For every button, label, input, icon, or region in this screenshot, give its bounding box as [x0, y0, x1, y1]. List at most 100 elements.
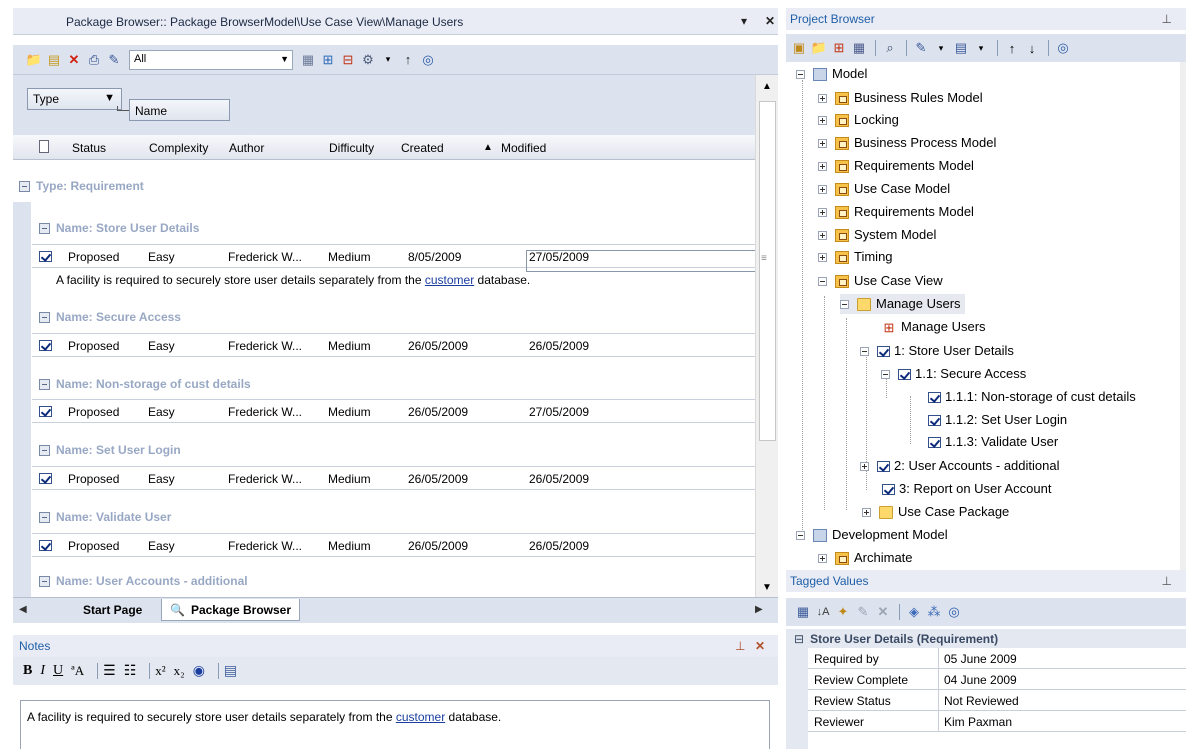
tag-value[interactable]: Kim Paxman	[944, 715, 1012, 729]
collapse-icon[interactable]	[881, 370, 890, 380]
move-up-icon[interactable]: ↑	[1003, 39, 1021, 57]
superscript-icon[interactable]: x²	[155, 663, 165, 679]
print-icon[interactable]: ⎙	[85, 51, 103, 69]
group-by-icon[interactable]: ⊞	[319, 51, 337, 69]
new-element-icon[interactable]: ▦	[850, 39, 868, 57]
column-author[interactable]: Author	[229, 141, 264, 155]
collapse-icon[interactable]	[818, 277, 827, 287]
new-model-icon[interactable]: ▣	[790, 39, 808, 57]
pin-icon[interactable]: ⊥	[1162, 574, 1172, 588]
options-dropdown-icon[interactable]: ▾	[379, 51, 397, 69]
tree-node-business-rules-model[interactable]: Business Rules Model	[818, 88, 983, 108]
tab-scroll-left-icon[interactable]: ◀	[19, 604, 27, 615]
options-icon[interactable]: ⚙	[359, 51, 377, 69]
group-header-type[interactable]: Type: Requirement	[19, 179, 144, 193]
tree-node-non-storage[interactable]: 1.1.1: Non-storage of cust details	[928, 387, 1136, 407]
tag-value[interactable]: 05 June 2009	[944, 652, 1017, 666]
customer-link[interactable]: customer	[396, 710, 445, 724]
columns-icon[interactable]: ▦	[299, 51, 317, 69]
bold-icon[interactable]: B	[23, 663, 32, 679]
tree-node-use-case-model[interactable]: Use Case Model	[818, 179, 950, 199]
expand-icon[interactable]	[818, 554, 827, 564]
tree-node-system-model[interactable]: System Model	[818, 225, 936, 245]
collapse-icon[interactable]	[796, 70, 805, 80]
vertical-scrollbar[interactable]: ▲ ≡ ▼	[755, 75, 778, 597]
pin-icon[interactable]: ⊥	[1162, 12, 1172, 26]
tag-group-icon[interactable]: ⁂	[925, 603, 943, 621]
table-row[interactable]: Proposed Easy Frederick W... Medium 26/0…	[32, 399, 755, 423]
delete-tag-icon[interactable]: ✕	[874, 603, 892, 621]
expand-icon[interactable]	[818, 162, 827, 172]
group-header-name[interactable]: Name: Store User Details	[39, 221, 199, 235]
collapse-icon[interactable]: ⊟	[794, 632, 804, 646]
help-icon[interactable]: ◎	[1054, 39, 1072, 57]
numbered-list-icon[interactable]: ☷	[124, 663, 137, 680]
expand-icon[interactable]	[818, 94, 827, 104]
tag-icon[interactable]: ◈	[905, 603, 923, 621]
help-icon[interactable]: ◎	[945, 603, 963, 621]
expand-icon[interactable]	[818, 231, 827, 241]
tab-package-browser[interactable]: 🔍 Package Browser	[161, 599, 301, 621]
group-header-name[interactable]: Name: Validate User	[39, 510, 171, 524]
collapse-icon[interactable]	[860, 347, 869, 357]
filter-select[interactable]: All ▼	[129, 49, 293, 70]
notes-editor[interactable]: A facility is required to securely store…	[20, 700, 770, 749]
group-header-name[interactable]: Name: Set User Login	[39, 443, 181, 457]
tree-node-use-case-package[interactable]: Use Case Package	[862, 502, 1009, 522]
tree-node-user-accounts[interactable]: 2: User Accounts - additional	[860, 456, 1059, 476]
hyperlink-icon[interactable]: ◉	[193, 663, 205, 680]
close-icon[interactable]: ✕	[755, 639, 765, 653]
up-arrow-icon[interactable]: ↑	[399, 51, 417, 69]
pin-icon[interactable]: ⊥	[735, 639, 745, 653]
column-created[interactable]: Created	[401, 141, 444, 155]
new-diagram-icon[interactable]: ⊞	[830, 39, 848, 57]
table-row[interactable]: Proposed Easy Frederick W... Medium 26/0…	[32, 533, 755, 557]
column-difficulty[interactable]: Difficulty	[329, 141, 374, 155]
tree-node-set-user-login[interactable]: 1.1.2: Set User Login	[928, 410, 1067, 430]
underline-icon[interactable]: U	[53, 663, 63, 679]
scroll-up-icon[interactable]: ▲	[762, 81, 772, 92]
collapse-icon[interactable]	[39, 512, 50, 524]
tab-scroll-right-icon[interactable]: ▶	[755, 604, 763, 615]
cell-modified[interactable]: 27/05/2009	[529, 250, 589, 264]
customer-link[interactable]: customer	[425, 273, 474, 287]
group-header-name[interactable]: Name: User Accounts - additional	[39, 574, 248, 588]
collapse-icon[interactable]	[840, 300, 849, 310]
tagged-values-group[interactable]: ⊟ Store User Details (Requirement)	[786, 629, 1186, 648]
tree-scrollbar[interactable]	[1180, 62, 1186, 570]
help-icon[interactable]: ◎	[419, 51, 437, 69]
tree-node-store-user-details[interactable]: 1: Store User Details	[860, 341, 1014, 361]
group-header-name[interactable]: Name: Non-storage of cust details	[39, 377, 251, 391]
tree-node-business-process-model[interactable]: Business Process Model	[818, 133, 996, 153]
new-element-icon[interactable]: ▤	[45, 51, 63, 69]
categorized-icon[interactable]: ▦	[794, 603, 812, 621]
column-complexity[interactable]: Complexity	[149, 141, 208, 155]
collapse-icon[interactable]	[19, 181, 30, 193]
tagged-value-row[interactable]: Review Status Not Reviewed	[808, 690, 1186, 711]
table-row[interactable]: Proposed Easy Frederick W... Medium 26/0…	[32, 333, 755, 357]
tree-node-requirements-model[interactable]: Requirements Model	[818, 156, 974, 176]
column-modified[interactable]: Modified	[501, 141, 546, 155]
tree-node-secure-access[interactable]: 1.1: Secure Access	[881, 364, 1026, 384]
expand-icon[interactable]	[818, 116, 827, 126]
expand-icon[interactable]	[818, 208, 827, 218]
tag-value[interactable]: 04 June 2009	[944, 673, 1017, 687]
sort-alpha-icon[interactable]: ↓A	[814, 603, 832, 621]
tagged-value-row[interactable]: Required by 05 June 2009	[808, 648, 1186, 669]
dropdown-icon[interactable]: ▾	[972, 39, 990, 57]
tree-node-validate-user[interactable]: 1.1.3: Validate User	[928, 432, 1058, 452]
scrollbar-thumb[interactable]	[759, 101, 776, 441]
collapse-icon[interactable]	[39, 223, 50, 235]
find-icon[interactable]: ⌕	[881, 39, 899, 57]
bullet-list-icon[interactable]: ☰	[103, 663, 116, 680]
scroll-down-icon[interactable]: ▼	[762, 582, 772, 593]
tree-node-manage-users-package[interactable]: Manage Users	[840, 294, 965, 314]
column-status[interactable]: Status	[72, 141, 106, 155]
delete-icon[interactable]: ✕	[65, 51, 83, 69]
expand-icon[interactable]	[818, 185, 827, 195]
hierarchy-icon[interactable]: ⊟	[339, 51, 357, 69]
tree-node-locking[interactable]: Locking	[818, 110, 899, 130]
dropdown-icon[interactable]: ▾	[932, 39, 950, 57]
tree-node-manage-users-diagram[interactable]: ⊞ Manage Users	[882, 317, 986, 337]
expand-icon[interactable]	[862, 508, 871, 518]
